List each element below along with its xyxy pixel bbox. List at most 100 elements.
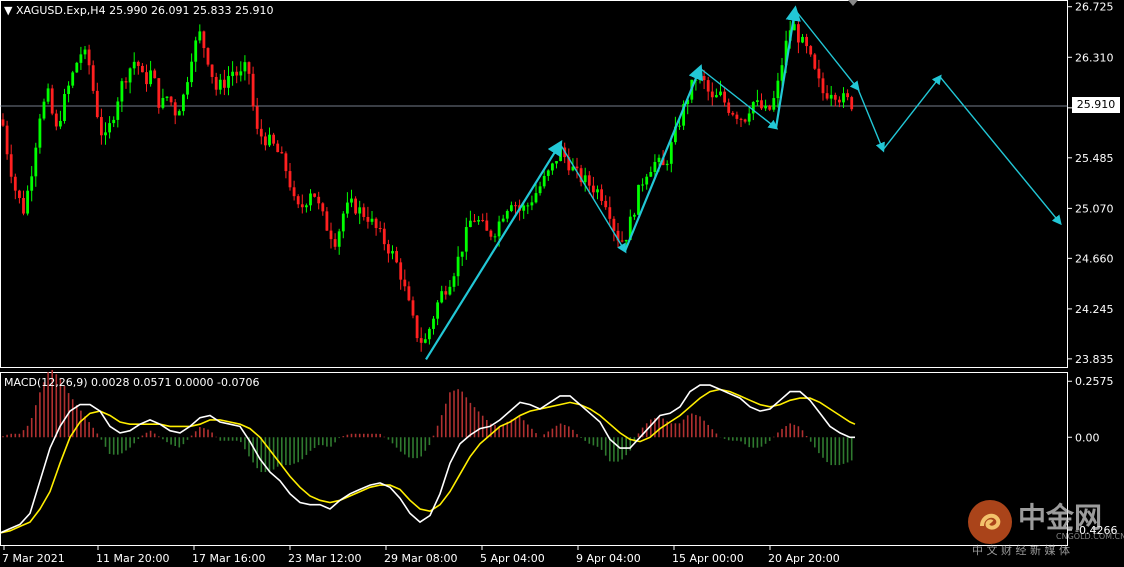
candle-body [821, 78, 825, 94]
time-tick-label: 9 Apr 04:00 [576, 552, 641, 565]
cngold-emblem-icon [968, 500, 1012, 544]
candle-body [210, 64, 214, 77]
candle-body [493, 236, 497, 238]
candle-body [186, 82, 189, 95]
candle-body [440, 291, 444, 303]
candle-body [551, 163, 554, 171]
watermark-logo: 中金网 CNGOLD.COM.CN 中 文 财 经 新 媒 体 [962, 492, 1124, 562]
candle-body [50, 88, 54, 114]
candle-body [366, 216, 370, 222]
candle-body [747, 113, 751, 122]
candle-body [169, 96, 173, 103]
candle-body [546, 170, 550, 176]
candle-body [67, 85, 70, 94]
candle-body [731, 112, 735, 115]
time-tick-label: 29 Mar 08:00 [384, 552, 457, 565]
candle-body [231, 71, 234, 77]
candle-body [596, 189, 599, 193]
candle-body [59, 120, 62, 127]
candle-body [42, 101, 46, 119]
candle-body [829, 94, 833, 99]
candle-body [264, 136, 267, 146]
candle-body [735, 114, 739, 119]
candle-body [108, 123, 111, 133]
candle-body [657, 157, 661, 162]
candle-body [542, 175, 546, 187]
candle-body [38, 118, 42, 148]
candle-body [415, 315, 419, 339]
time-tick-label: 23 Mar 12:00 [288, 552, 361, 565]
candle-body [79, 54, 83, 63]
candle-body [30, 176, 34, 191]
candle-body [526, 205, 530, 207]
candle-body [194, 40, 198, 62]
macd-info: MACD(12,26,9) 0.0028 0.0571 0.0000 -0.07… [4, 376, 260, 389]
candle-body [5, 125, 9, 155]
macd-tick-label: 0.00 [1075, 431, 1100, 444]
candle-body [280, 152, 284, 154]
candle-body [136, 61, 140, 66]
candle-body [678, 125, 681, 127]
candle-body [653, 161, 657, 172]
candle-body [104, 132, 107, 136]
watermark-brand: 中金网 [1018, 501, 1103, 534]
candle-body [501, 218, 505, 222]
candle [91, 60, 95, 94]
candle-body [165, 96, 169, 98]
candle-body [436, 302, 439, 319]
candle-body [641, 184, 644, 186]
candle-body [268, 134, 271, 146]
candle-body [214, 76, 218, 90]
candle-body [575, 166, 579, 169]
candle-body [760, 100, 763, 109]
candle-body [54, 113, 58, 127]
candle-body [776, 80, 780, 99]
candle-body [448, 286, 452, 295]
candle-body [489, 230, 493, 237]
candle-body [817, 68, 821, 79]
candle-body [382, 228, 386, 245]
time-tick-label: 5 Apr 04:00 [480, 552, 545, 565]
candle-body [460, 251, 464, 257]
candle-body [362, 207, 366, 217]
candle-body [555, 161, 558, 164]
candle-body [522, 205, 526, 211]
candle-body [637, 184, 640, 215]
candle-body [706, 80, 710, 92]
time-tick-label: 15 Apr 00:00 [672, 552, 744, 565]
candle-body [715, 95, 718, 98]
candle-body [112, 119, 116, 124]
candle-body [337, 231, 341, 247]
candle-body [399, 262, 403, 280]
candle-body [243, 62, 247, 72]
candle-body [149, 70, 152, 85]
candle-body [481, 220, 485, 222]
candle-body [141, 65, 144, 73]
candle-body [403, 279, 407, 287]
candle-body [620, 240, 624, 242]
candle-body [313, 193, 316, 197]
candle [637, 184, 640, 216]
candle-body [296, 196, 300, 205]
candle-body [87, 49, 91, 66]
candle-body [95, 90, 99, 118]
candle-body [223, 79, 226, 88]
time-tick-label: 11 Mar 20:00 [96, 552, 169, 565]
candle-body [444, 291, 448, 295]
price-tick-label: 25.070 [1075, 202, 1114, 215]
candle-body [13, 176, 17, 191]
dropdown-arrow-icon[interactable]: ▼ [4, 4, 12, 17]
candle-body [510, 205, 513, 211]
time-tick-label: 17 Mar 16:00 [192, 552, 265, 565]
candle-body [272, 134, 275, 144]
candle-body [559, 147, 562, 162]
chart-background [0, 0, 1124, 567]
watermark-slogan: 中 文 财 经 新 媒 体 [972, 544, 1070, 557]
candle-body [120, 81, 124, 102]
candle-body [321, 203, 325, 212]
candle-body [797, 24, 800, 43]
candle-body [358, 207, 362, 214]
candle [415, 315, 419, 342]
candle-body [153, 70, 157, 79]
candle-body [292, 187, 296, 197]
